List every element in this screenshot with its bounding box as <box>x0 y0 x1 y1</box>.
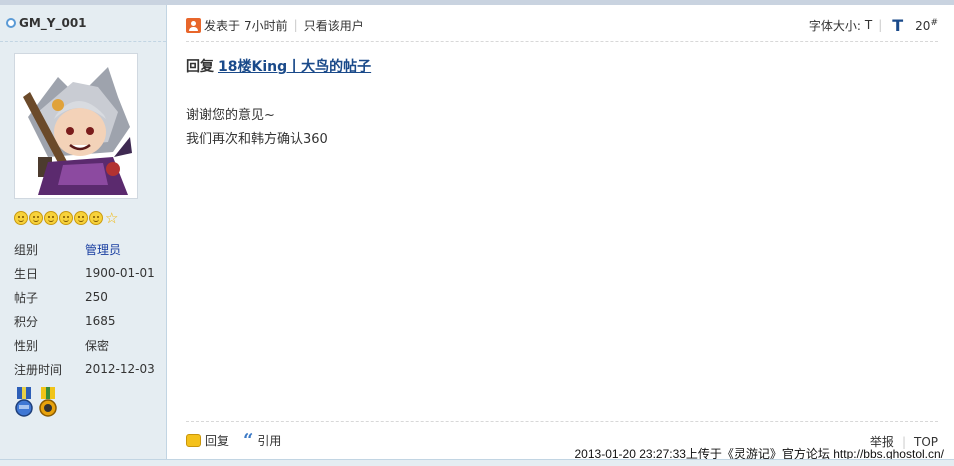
reply-prefix: 回复 <box>186 59 214 75</box>
font-size-label: 字体大小: <box>808 18 861 33</box>
profile-label: 生日 <box>14 266 39 281</box>
profile-row-registered: 注册时间 2012-12-03 <box>14 357 155 381</box>
profile-label: 注册时间 <box>14 362 63 377</box>
reply-title: 回复 18楼King丨大鸟的帖子 <box>186 56 371 76</box>
reply-bubble-icon <box>186 434 201 447</box>
profile-value: 2012-12-03 <box>85 362 155 376</box>
floor-number-link[interactable]: 20# <box>915 18 938 33</box>
floor-suffix: # <box>930 17 938 28</box>
font-size-large-button[interactable]: T <box>892 16 903 35</box>
rank-smiley-icon <box>89 211 103 225</box>
header-separator <box>186 41 938 42</box>
profile-value-group-link[interactable]: 管理员 <box>85 241 121 258</box>
floor-number: 20 <box>915 18 931 33</box>
profile-value: 1900-01-01 <box>85 266 155 280</box>
profile-row-points: 积分 1685 <box>14 309 155 333</box>
profile-value: 1685 <box>85 314 116 328</box>
profile-label: 积分 <box>14 314 39 329</box>
profile-row-gender: 性别 保密 <box>14 333 155 357</box>
profile-label: 组别 <box>14 242 39 257</box>
quote-icon: “ <box>243 429 254 451</box>
header-tools: 字体大小: T | T 20# <box>809 16 938 35</box>
user-rank-stars: ☆ <box>14 209 119 227</box>
rank-smiley-icon <box>59 211 73 225</box>
author-profile-panel: GM_Y_001 ☆ 组别 管理员 生日 1900-01-01 帖子 250 积… <box>0 5 167 466</box>
author-name-link[interactable]: GM_Y_001 <box>19 16 87 30</box>
post-header: 发表于 7小时前 | 只看该用户 字体大小: T | T 20# <box>186 14 938 36</box>
profile-row-group: 组别 管理员 <box>14 237 155 261</box>
medals <box>14 387 58 419</box>
rank-smiley-icon <box>74 211 88 225</box>
bottom-rule <box>0 459 954 466</box>
post-line: 我们再次和韩方确认360 <box>186 132 328 147</box>
reply-button[interactable]: 回复 <box>186 432 229 449</box>
reply-label: 回复 <box>205 434 230 448</box>
reply-target-link[interactable]: 18楼King丨大鸟的帖子 <box>218 59 371 75</box>
post-line: 谢谢您的意见~ <box>186 108 275 123</box>
header-divider: | <box>293 18 298 32</box>
profile-label: 帖子 <box>14 290 39 305</box>
profile-row-posts: 帖子 250 <box>14 285 155 309</box>
medal-gold-icon[interactable] <box>38 387 58 419</box>
profile-row-birthday: 生日 1900-01-01 <box>14 261 155 285</box>
avatar[interactable] <box>14 53 138 199</box>
user-post-icon <box>186 17 201 33</box>
online-status-icon <box>6 18 16 28</box>
post-body: 谢谢您的意见~ 我们再次和韩方确认360 <box>186 104 328 152</box>
rank-star-icon: ☆ <box>105 209 119 227</box>
avatar-image <box>18 57 134 195</box>
posted-time: 7小时前 <box>244 18 288 33</box>
font-size-divider: | <box>878 18 883 32</box>
footer-separator <box>186 421 938 422</box>
quote-button[interactable]: “ 引用 <box>243 429 282 451</box>
profile-value: 保密 <box>85 338 110 353</box>
profile-info-table: 组别 管理员 生日 1900-01-01 帖子 250 积分 1685 性别 保… <box>14 237 155 381</box>
profile-divider <box>0 41 166 42</box>
profile-label: 性别 <box>14 338 39 353</box>
quote-label: 引用 <box>257 434 282 448</box>
font-size-small-button[interactable]: T <box>865 18 872 32</box>
view-author-only-link[interactable]: 只看该用户 <box>304 17 364 34</box>
posted-prefix: 发表于 <box>204 18 241 33</box>
rank-smiley-icon <box>29 211 43 225</box>
profile-value: 250 <box>85 290 108 304</box>
medal-blue-icon[interactable] <box>14 387 34 419</box>
rank-smiley-icon <box>44 211 58 225</box>
author-line: GM_Y_001 <box>6 16 87 30</box>
post-actions: 回复 “ 引用 <box>186 429 295 451</box>
rank-smiley-icon <box>14 211 28 225</box>
